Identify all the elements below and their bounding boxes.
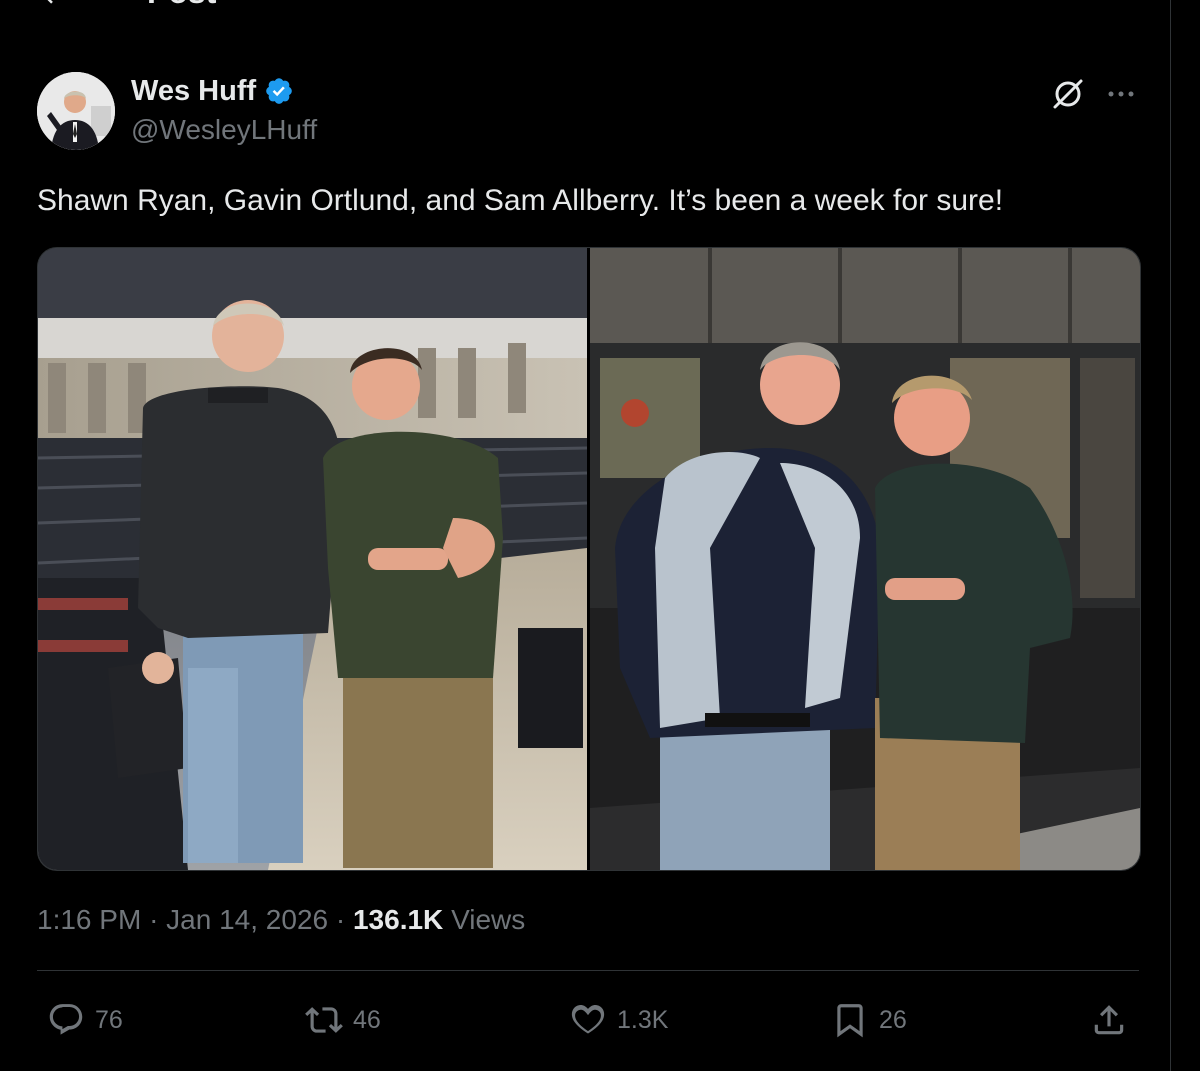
author-name-text: Wes Huff	[131, 75, 257, 107]
divider	[37, 970, 1139, 971]
repost-button[interactable]: 46	[305, 998, 381, 1042]
photo-outside[interactable]	[590, 248, 1140, 870]
like-count: 1.3K	[617, 1005, 669, 1034]
photo-auditorium[interactable]	[38, 248, 587, 870]
views-label: Views	[451, 904, 526, 935]
author-name[interactable]: Wes Huff	[131, 72, 294, 110]
repost-count: 46	[353, 1005, 381, 1034]
verified-badge-icon	[266, 78, 292, 104]
meta-separator: ·	[149, 904, 159, 935]
column-border	[1170, 0, 1171, 1071]
post-time[interactable]: 1:16 PM	[37, 904, 141, 935]
page-header: Post	[0, 0, 1170, 12]
author-handle[interactable]: @WesleyLHuff	[131, 111, 317, 149]
reply-icon	[49, 1004, 83, 1035]
grok-icon[interactable]	[1050, 76, 1086, 112]
like-button[interactable]: 1.3K	[569, 998, 668, 1042]
reply-count: 76	[95, 1005, 123, 1034]
meta-separator: ·	[335, 904, 346, 935]
share-icon	[1094, 1005, 1124, 1035]
avatar[interactable]	[37, 72, 115, 150]
bookmark-icon	[837, 1004, 863, 1038]
page-title: Post	[147, 0, 216, 12]
post-date[interactable]: Jan 14, 2026	[166, 904, 328, 935]
heart-icon	[571, 1004, 605, 1034]
reply-button[interactable]: 76	[47, 998, 123, 1042]
post-text: Shawn Ryan, Gavin Ortlund, and Sam Allbe…	[37, 184, 1004, 217]
post-meta: 1:16 PM · Jan 14, 2026 · 136.1K Views	[37, 898, 525, 942]
more-options-icon[interactable]	[1104, 80, 1138, 108]
share-button[interactable]	[1090, 998, 1128, 1042]
bookmark-button[interactable]: 26	[831, 998, 907, 1042]
views-count: 136.1K	[352, 904, 444, 935]
bookmark-count: 26	[879, 1005, 907, 1034]
repost-icon	[305, 1007, 343, 1033]
post-page: Post Wes Huff @WesleyLHuff Shawn Ryan, G…	[0, 0, 1200, 1071]
back-arrow-icon[interactable]	[36, 0, 66, 8]
post-media	[37, 247, 1141, 871]
